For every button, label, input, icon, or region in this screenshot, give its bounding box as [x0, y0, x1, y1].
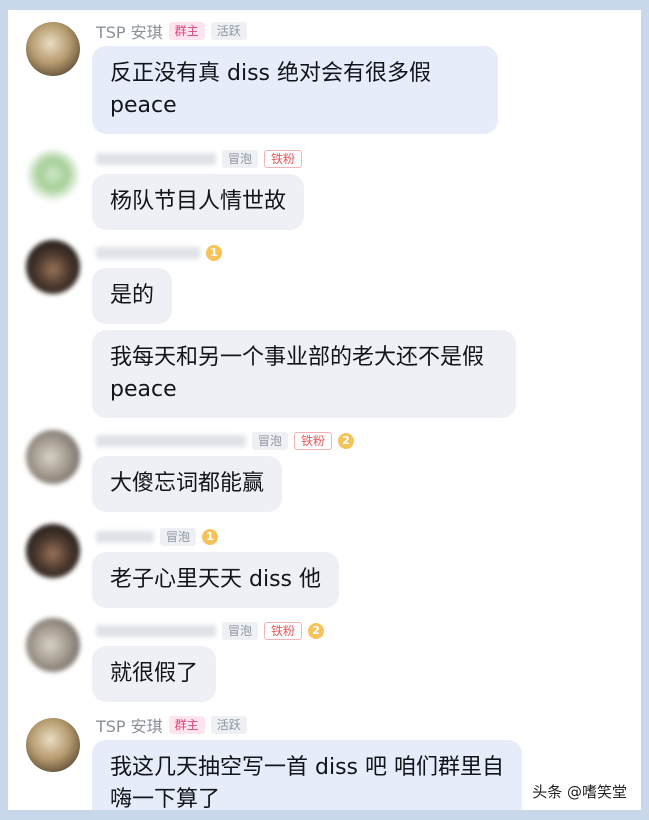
fan-badge: 铁粉	[264, 150, 303, 168]
active-badge: 活跃	[210, 22, 247, 40]
sender-row: 冒泡 铁粉 2	[96, 620, 325, 642]
bubble-badge: 冒泡	[252, 432, 289, 450]
sender-name-blurred	[96, 625, 216, 637]
bubble-badge: 冒泡	[222, 150, 259, 168]
level-icon: 2	[308, 623, 325, 639]
fan-badge: 铁粉	[294, 432, 333, 450]
owner-badge: 群主	[168, 22, 205, 40]
sender-name-blurred	[96, 247, 200, 259]
avatar[interactable]	[26, 618, 80, 672]
level-icon: 1	[202, 529, 219, 545]
sender-row: 冒泡 铁粉	[96, 148, 303, 170]
chat-screenshot: TSP 安琪 群主 活跃 反正没有真 diss 绝对会有很多假peace 冒泡 …	[8, 10, 641, 810]
sender-row: TSP 安琪 群主 活跃	[96, 20, 247, 42]
bubble-badge: 冒泡	[160, 528, 197, 546]
message-bubble[interactable]: 老子心里天天 diss 他	[92, 552, 339, 608]
bubble-badge: 冒泡	[222, 622, 259, 640]
avatar[interactable]	[26, 22, 80, 76]
sender-name[interactable]: TSP 安琪	[96, 19, 163, 43]
message-bubble[interactable]: 我每天和另一个事业部的老大还不是假peace	[92, 330, 516, 418]
message-bubble[interactable]: 就很假了	[92, 646, 217, 702]
sender-row: TSP 安琪 群主 活跃	[96, 714, 247, 736]
message-bubble[interactable]: 大傻忘词都能赢	[92, 456, 283, 512]
sender-name-blurred	[96, 435, 246, 447]
sender-row: 1	[96, 242, 222, 264]
message-bubble[interactable]: 是的	[92, 268, 173, 324]
watermark: 头条 @嗜笑堂	[532, 783, 627, 801]
avatar[interactable]	[26, 718, 80, 772]
avatar[interactable]	[26, 150, 80, 204]
owner-badge: 群主	[168, 716, 205, 734]
sender-name-blurred	[96, 531, 154, 543]
message-bubble[interactable]: 我这几天抽空写一首 diss 吧 咱们群里自嗨一下算了	[92, 740, 522, 810]
message-bubble[interactable]: 反正没有真 diss 绝对会有很多假peace	[92, 46, 498, 134]
avatar[interactable]	[26, 430, 80, 484]
sender-name[interactable]: TSP 安琪	[96, 713, 163, 737]
sender-row: 冒泡 1	[96, 526, 219, 548]
active-badge: 活跃	[210, 716, 247, 734]
sender-name-blurred	[96, 153, 216, 165]
level-icon: 2	[338, 433, 355, 449]
avatar[interactable]	[26, 524, 80, 578]
fan-badge: 铁粉	[264, 622, 303, 640]
sender-row: 冒泡 铁粉 2	[96, 430, 355, 452]
avatar[interactable]	[26, 240, 80, 294]
message-bubble[interactable]: 杨队节目人情世故	[92, 174, 305, 230]
level-icon: 1	[206, 245, 222, 261]
